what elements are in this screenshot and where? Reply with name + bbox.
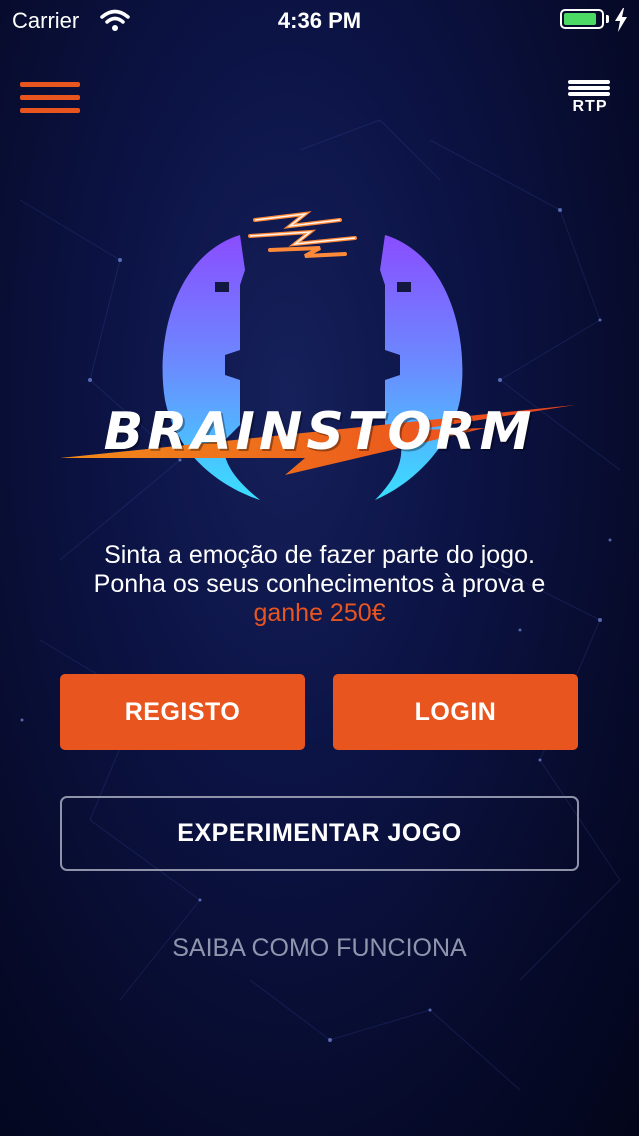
hamburger-menu-icon[interactable] [20, 80, 82, 116]
battery-level [564, 13, 597, 25]
battery-icon [560, 9, 604, 29]
tagline-line-2: Ponha os seus conhecimentos à prova e [93, 570, 546, 598]
prize-highlight: ganhe 250€ [253, 599, 386, 627]
login-button[interactable]: LOGIN [333, 674, 578, 750]
charging-bolt-icon [615, 8, 627, 32]
clock: 4:36 PM [277, 8, 362, 33]
tagline-line-1: Sinta a emoção de fazer parte do jogo. [104, 541, 535, 569]
register-button[interactable]: REGISTO [60, 674, 305, 750]
rtp-brand-text: RTP [572, 98, 608, 115]
rtp-logo: RTP [562, 78, 618, 120]
try-game-button[interactable]: EXPERIMENTAR JOGO [60, 796, 579, 871]
how-it-works-link[interactable]: SAIBA COMO FUNCIONA [0, 934, 639, 963]
tagline: Sinta a emoção de fazer parte do jogo. P… [0, 541, 639, 628]
status-bar: Carrier 4:36 PM [0, 0, 639, 42]
brainstorm-logo-text: BRAINSTORM [103, 402, 536, 462]
battery-cap [606, 15, 609, 23]
brainstorm-logo [60, 211, 575, 500]
